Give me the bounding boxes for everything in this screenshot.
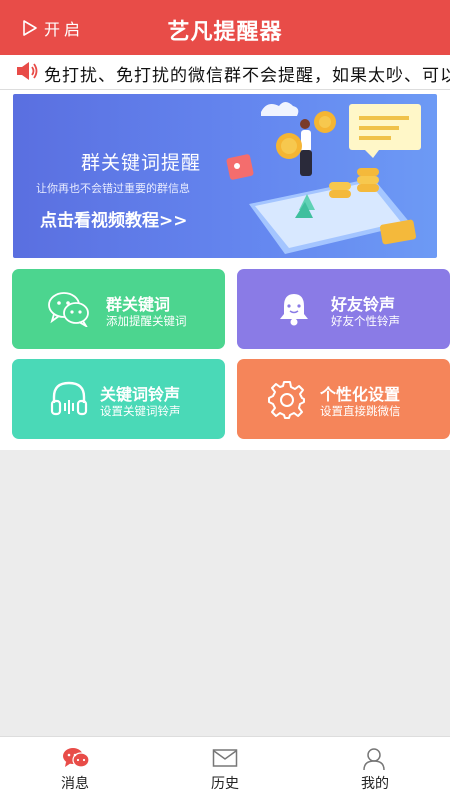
keyword-ringtone-card[interactable]: 关键词铃声 设置关键词铃声: [12, 359, 225, 439]
card-subtitle: 设置直接跳微信: [320, 404, 401, 418]
notice-text: 免打扰、免打扰的微信群不会提醒，如果太吵、可以: [44, 66, 450, 86]
card-title: 好友铃声: [331, 295, 396, 314]
tab-mine[interactable]: 我的: [300, 737, 450, 801]
gear-icon: [268, 381, 305, 419]
tab-history[interactable]: 历史: [150, 737, 300, 801]
tab-label: 我的: [361, 776, 389, 792]
personalize-settings-card[interactable]: 个性化设置 设置直接跳微信: [237, 359, 450, 439]
tutorial-banner[interactable]: 群关键词提醒 让你再也不会错过重要的群信息 点击看视频教程>>: [13, 94, 437, 258]
video-tutorial-link[interactable]: 点击看视频教程>>: [40, 206, 188, 231]
friend-ringtone-card[interactable]: 好友铃声 好友个性铃声: [237, 269, 450, 349]
main-content: 群关键词提醒 让你再也不会错过重要的群信息 点击看视频教程>> 群关键词 添加提…: [0, 90, 450, 450]
message-icon: [63, 748, 90, 768]
banner-illustration: [226, 102, 421, 254]
mail-icon: [212, 749, 238, 767]
tab-messages[interactable]: 消息: [0, 737, 150, 801]
wechat-icon: [48, 292, 89, 327]
card-subtitle: 设置关键词铃声: [100, 404, 181, 418]
card-title: 个性化设置: [320, 385, 401, 404]
tab-label: 消息: [61, 776, 89, 792]
banner-subtitle: 让你再也不会错过重要的群信息: [36, 182, 190, 195]
group-keyword-card[interactable]: 群关键词 添加提醒关键词: [12, 269, 225, 349]
app-title: 艺凡提醒器: [167, 20, 283, 45]
speaker-icon: [17, 62, 38, 80]
card-title: 关键词铃声: [100, 385, 181, 404]
card-title: 群关键词: [106, 295, 171, 314]
bell-icon: [280, 294, 308, 326]
card-subtitle: 好友个性铃声: [331, 314, 400, 328]
app-header: 开启 艺凡提醒器: [0, 0, 450, 55]
banner-title: 群关键词提醒: [81, 152, 202, 174]
tab-label: 历史: [211, 776, 239, 792]
bottom-tab-bar: 消息 历史 我的: [0, 736, 450, 801]
card-subtitle: 添加提醒关键词: [106, 314, 187, 328]
notice-marquee: 免打扰、免打扰的微信群不会提醒，如果太吵、可以: [0, 55, 450, 90]
user-icon: [363, 748, 385, 771]
headphones-icon: [50, 381, 88, 416]
